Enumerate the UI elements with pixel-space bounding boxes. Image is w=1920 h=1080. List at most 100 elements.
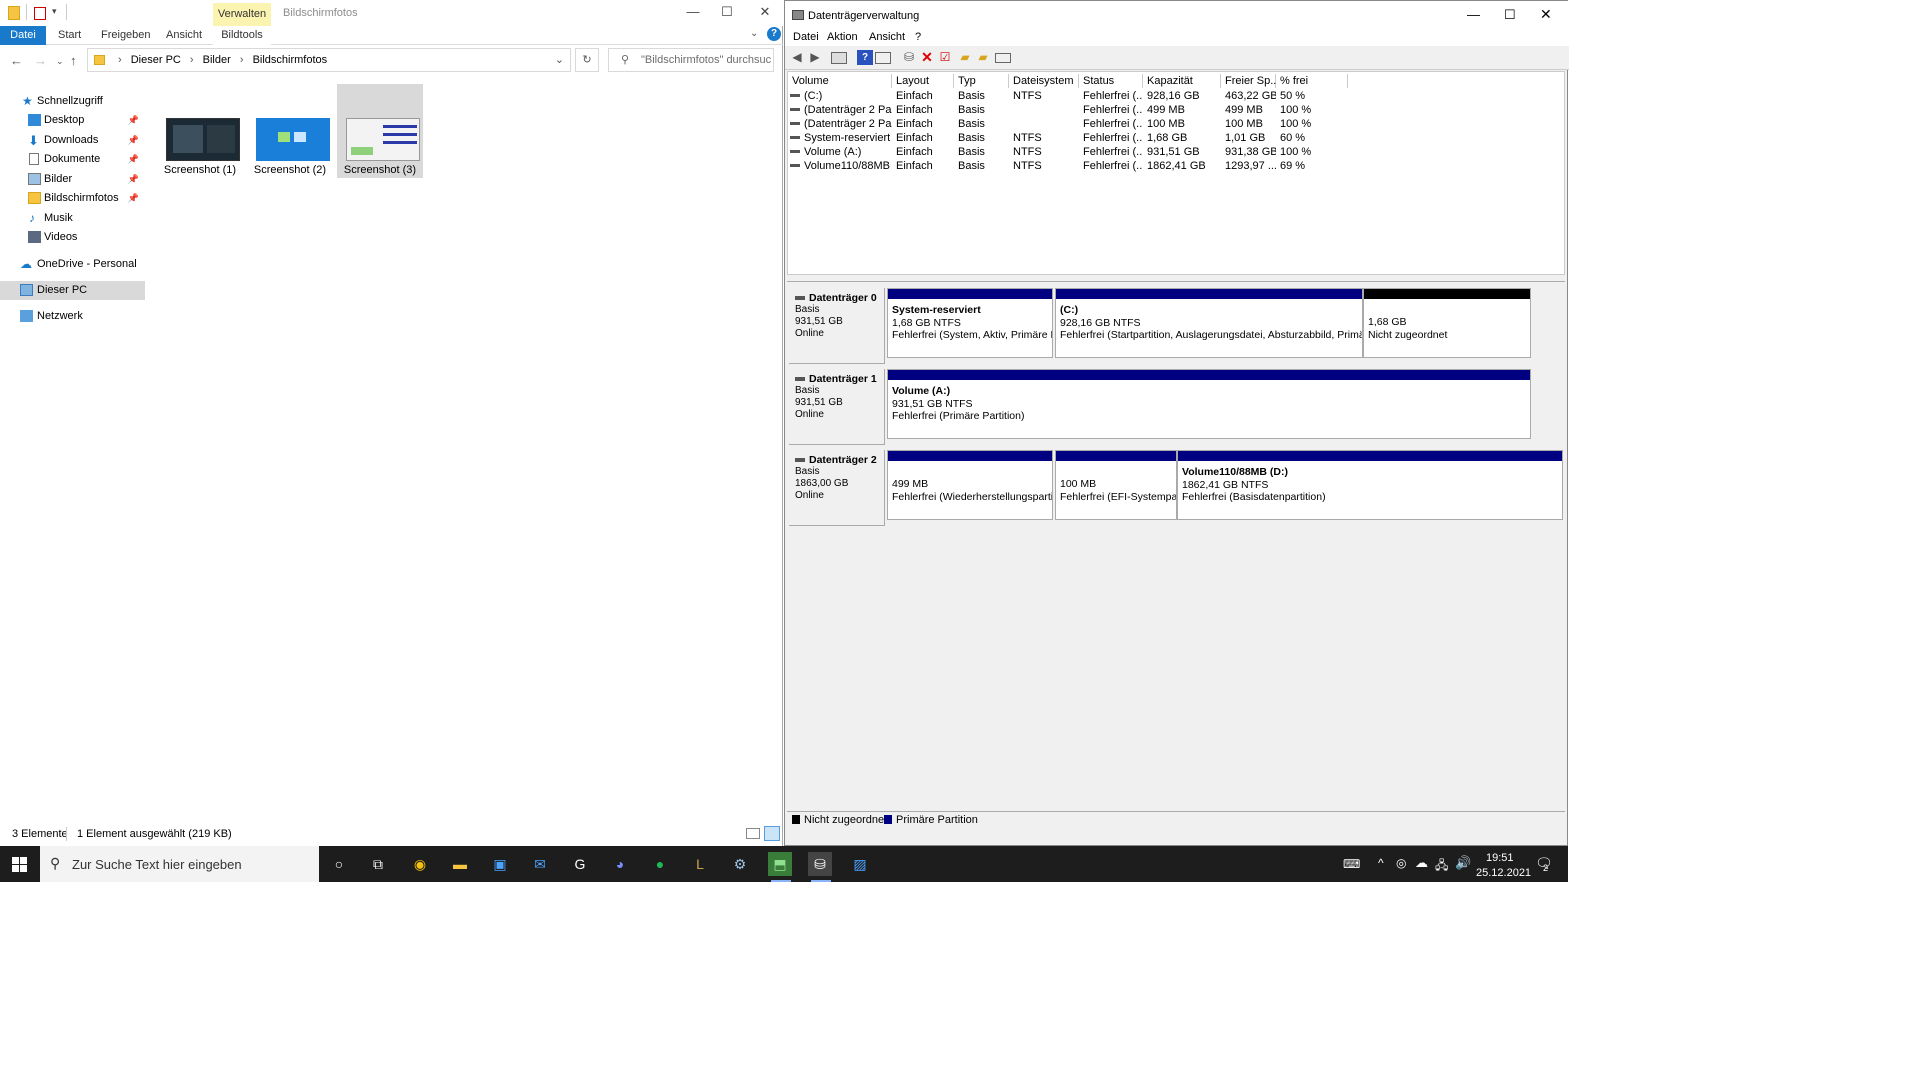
clock-date[interactable]: 25.12.2021 [1476,867,1531,879]
menu-datei[interactable]: Datei [793,31,819,43]
partition-block[interactable]: 499 MB Fehlerfrei (Wiederherstellungspart… [887,450,1053,520]
tab-freigeben[interactable]: Freigeben [93,26,159,45]
league-icon[interactable]: L [688,852,712,876]
col-layout[interactable]: Layout [892,74,954,88]
spotify-icon[interactable]: ● [648,852,672,876]
nav-item-dokumente[interactable]: Dokumente 📌 [0,150,145,169]
partition-block[interactable]: 100 MB Fehlerfrei (EFI-Systempart [1055,450,1177,520]
delete-icon[interactable]: ✕ [919,50,935,65]
back-arrow-icon[interactable]: ← [10,53,23,68]
refresh-button[interactable]: ↻ [575,48,599,72]
chrome-icon[interactable]: ◉ [408,852,432,876]
cortana-icon[interactable]: ○ [327,852,351,876]
network-icon[interactable]: 🖧 [1435,856,1448,877]
photos-icon[interactable]: ▨ [848,852,872,876]
breadcrumb-bildschirmfotos[interactable]: Bildschirmfotos [253,54,328,66]
chevron-up-icon[interactable]: ^ [1378,856,1384,870]
nav-item-bildschirmfotos[interactable]: Bildschirmfotos 📌 [0,189,145,208]
forward-arrow-icon[interactable]: → [34,53,47,68]
volume-row[interactable]: (Datenträger 2 Par... Einfach Basis Fehlerf… [788,117,1564,131]
chevron-down-icon[interactable]: ⌄ [555,53,564,66]
console-tree-icon[interactable] [831,52,847,64]
verwalten-context-tab[interactable]: Verwalten [213,3,271,26]
nav-item-videos[interactable]: Videos [0,228,145,247]
help-icon[interactable]: ? [857,50,873,65]
menu-ansicht[interactable]: Ansicht [869,31,905,43]
file-tile[interactable]: Screenshot (2) [247,84,333,178]
partition-block[interactable]: System-reserviert 1,68 GB NTFS Fehlerfrei … [887,288,1053,358]
discord-icon[interactable]: ◕ [608,852,632,876]
nav-item-desktop[interactable]: Desktop 📌 [0,111,145,130]
tab-bildtools[interactable]: Bildtools [213,26,271,45]
details-view-icon[interactable] [746,828,760,839]
tab-ansicht[interactable]: Ansicht [158,26,210,45]
partition-block[interactable]: 1,68 GB Nicht zugeordnet [1363,288,1531,358]
minimize-button[interactable]: — [1467,7,1480,22]
volume-row[interactable]: (Datenträger 2 Par... Einfach Basis Fehlerf… [788,103,1564,117]
col-volume[interactable]: Volume [788,74,892,88]
new-folder-icon[interactable]: ▰ [957,50,973,65]
menu-help[interactable]: ? [915,31,921,43]
close-button[interactable]: ✕ [1540,6,1552,23]
volume-row[interactable]: (C:) Einfach Basis NTFS Fehlerfrei (... 928,1… [788,89,1564,103]
mail-icon[interactable]: ✉ [528,852,552,876]
file-tile[interactable]: Screenshot (1) [157,84,243,178]
breadcrumb-bilder[interactable]: Bilder [203,54,231,66]
connect-disk-icon[interactable]: ⛁ [901,50,917,65]
disk-label[interactable]: Datenträger 2 Basis 1863,00 GB Online [789,450,885,526]
volume-row[interactable]: Volume110/88MB ... Einfach Basis NTFS Fehler… [788,159,1564,173]
logitech-icon[interactable]: G [568,852,592,876]
keyboard-icon[interactable]: ⌨ [1343,857,1360,871]
customize-qat-icon[interactable]: ▾ [52,6,57,22]
taskbar-search-input[interactable]: ⚲ Zur Suche Text hier eingeben [40,846,319,882]
help-icon[interactable]: ? [767,27,781,41]
nav-item-onedrive[interactable]: ☁ OneDrive - Personal [0,255,145,274]
nav-item-downloads[interactable]: ⬇ Downloads 📌 [0,131,145,150]
col-frei[interactable]: % frei [1276,74,1348,88]
volume-icon[interactable]: 🔊 [1455,855,1471,871]
partition-block[interactable]: (C:) 928,16 GB NTFS Fehlerfrei (Startparti… [1055,288,1363,358]
check-icon[interactable]: ☑ [937,50,953,65]
address-bar[interactable]: › Dieser PC › Bilder › Bildschirmfotos ⌄ [87,48,571,72]
recent-locations-icon[interactable]: ⌄ [56,56,64,67]
col-dateisystem[interactable]: Dateisystem [1009,74,1079,88]
forward-arrow-icon[interactable]: ▶ [807,50,823,65]
disk-label[interactable]: Datenträger 1 Basis 931,51 GB Online [789,369,885,445]
view-icon[interactable] [995,53,1011,63]
nav-item-bilder[interactable]: Bilder 📌 [0,170,145,189]
disk-label[interactable]: Datenträger 0 Basis 931,51 GB Online [789,288,885,364]
breadcrumb-dieser-pc[interactable]: Dieser PC [131,54,181,66]
partition-block[interactable]: Volume (A:) 931,51 GB NTFS Fehlerfrei (Pri… [887,369,1531,439]
properties-icon[interactable] [34,7,46,20]
tray-app-icon[interactable]: ◎ [1396,856,1406,870]
volume-row[interactable]: System-reserviert Einfach Basis NTFS Fehlerf… [788,131,1564,145]
nav-item-dieser-pc[interactable]: Dieser PC [0,281,145,300]
steam-icon[interactable]: ⚙ [728,852,752,876]
partition-block[interactable]: Volume110/88MB (D:) 1862,41 GB NTFS Fehler… [1177,450,1563,520]
up-arrow-icon[interactable]: ↑ [70,53,77,68]
minimize-button[interactable]: — [683,4,703,20]
back-arrow-icon[interactable]: ◀ [789,50,805,65]
clock-time[interactable]: 19:51 [1486,852,1514,864]
col-kapazitaet[interactable]: Kapazität [1143,74,1221,88]
large-icons-view-icon[interactable] [764,826,780,841]
col-freier[interactable]: Freier Sp... [1221,74,1279,88]
store-icon[interactable]: ▣ [488,852,512,876]
search-input[interactable]: ⚲ "Bildschirmfotos" durchsuc... [608,48,774,72]
expand-ribbon-icon[interactable]: ⌄ [750,28,758,39]
file-tile-selected[interactable]: Screenshot (3) [337,84,423,178]
maximize-button[interactable]: ☐ [717,4,737,20]
menu-aktion[interactable]: Aktion [827,31,858,43]
disk-management-taskbar-icon[interactable]: ⛁ [808,852,832,876]
col-status[interactable]: Status [1079,74,1143,88]
app-icon[interactable]: ⬒ [768,852,792,876]
close-button[interactable]: ✕ [755,4,775,20]
task-view-icon[interactable]: ⧉ [366,852,390,876]
maximize-button[interactable]: ☐ [1504,7,1516,23]
windows-start-icon[interactable] [12,857,27,872]
nav-item-musik[interactable]: ♪ Musik [0,209,145,228]
file-explorer-icon[interactable]: ▬ [448,852,472,876]
search-folder-icon[interactable]: ▰ [975,50,991,65]
tab-datei[interactable]: Datei [0,26,46,45]
onedrive-cloud-icon[interactable]: ☁ [1415,855,1428,871]
